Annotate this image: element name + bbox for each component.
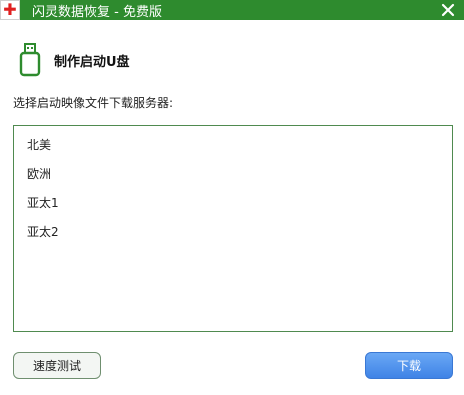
close-icon xyxy=(441,3,455,17)
server-item-europe[interactable]: 欧洲 xyxy=(25,163,53,184)
page-title: 制作启动U盘 xyxy=(54,54,130,70)
app-logo-icon: ✚ xyxy=(0,0,20,20)
title-bar: ✚ 闪灵数据恢复 - 免费版 xyxy=(0,0,464,20)
server-list[interactable]: 北美 欧洲 亚太1 亚太2 xyxy=(13,125,453,332)
speed-test-button[interactable]: 速度测试 xyxy=(13,352,101,379)
usb-drive-icon xyxy=(19,43,41,77)
window-title: 闪灵数据恢复 - 免费版 xyxy=(32,4,162,20)
server-select-label: 选择启动映像文件下载服务器: xyxy=(13,96,174,110)
server-item-north-america[interactable]: 北美 xyxy=(25,134,53,155)
close-button[interactable] xyxy=(438,0,458,20)
download-button[interactable]: 下载 xyxy=(365,352,453,379)
dialog-header: 制作启动U盘 xyxy=(18,42,130,78)
server-item-asia-pacific-1[interactable]: 亚太1 xyxy=(25,192,61,213)
server-item-asia-pacific-2[interactable]: 亚太2 xyxy=(25,221,61,242)
